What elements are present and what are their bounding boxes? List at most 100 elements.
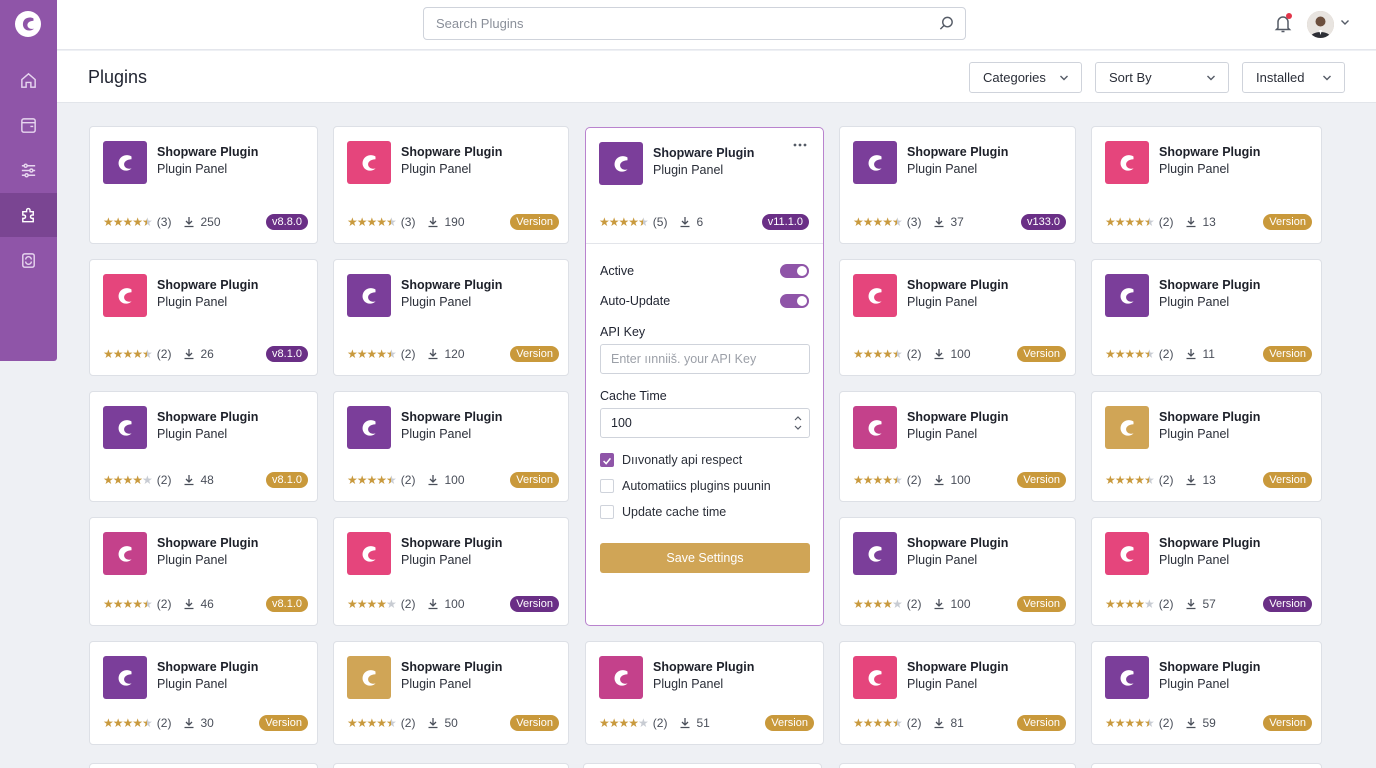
active-toggle[interactable]	[780, 264, 809, 278]
top-bar	[57, 0, 1376, 50]
shopware-logo-icon[interactable]	[14, 10, 42, 38]
download-count: 100	[950, 473, 971, 487]
search-input[interactable]	[436, 8, 916, 39]
cache-time-input[interactable]	[600, 408, 810, 438]
notifications-button[interactable]	[1273, 12, 1293, 34]
plugin-card[interactable]: Shopware Plugin Plugln Panel ★★★★★ (2) 51 Ver…	[585, 641, 824, 745]
version-badge: Version	[765, 715, 814, 731]
rating-stars: ★★★★★	[853, 215, 903, 229]
review-count: (3)	[906, 215, 922, 229]
plugin-card-partial[interactable]	[839, 763, 1076, 768]
download-icon	[428, 599, 438, 610]
plugin-card[interactable]: Shopware Plugin Plugin Panel ★★★★★ (2) 46 v8.…	[89, 517, 318, 626]
home-icon	[21, 72, 36, 88]
plugin-logo-icon	[103, 274, 147, 317]
sort-dropdown[interactable]: Sort By	[1095, 62, 1229, 93]
plugin-title: Shopware Plugin	[653, 146, 755, 160]
downloads: 100	[933, 473, 971, 487]
cache-time-field[interactable]	[600, 408, 810, 438]
toggle-knob	[797, 266, 807, 276]
categories-dropdown[interactable]: Categories	[969, 62, 1082, 93]
plugin-card[interactable]: Shopware Plugin Plugin Panel ★★★★★ (2) 100 Ve…	[839, 259, 1076, 376]
plugin-meta: ★★★★★ (2) 100 Version	[853, 472, 1066, 488]
stepper-icon[interactable]	[794, 414, 802, 432]
api-key-input[interactable]	[600, 344, 810, 374]
plugin-card[interactable]: Shopware Plugin Plugin Panel ★★★★★ (2) 13 Ver…	[1091, 126, 1322, 244]
installed-filter-dropdown[interactable]: Installed	[1242, 62, 1345, 93]
plugin-title: Shopware Plugin	[401, 145, 503, 159]
user-avatar[interactable]	[1307, 11, 1334, 38]
plugin-card[interactable]: Shopware Plugin Plugin Panel ★★★★★ (2) 26 v8.…	[89, 259, 318, 376]
checkbox-2[interactable]	[600, 479, 614, 493]
plugin-card[interactable]: Shopware Plugin Plugin Panel ★★★★★ (2) 13 Ver…	[1091, 391, 1322, 502]
rating-stars: ★★★★★	[599, 716, 649, 730]
search-box[interactable]	[423, 7, 966, 40]
plugin-logo-icon	[347, 406, 391, 449]
plugin-meta: ★★★★★ (2) 13 Version	[1105, 214, 1312, 230]
version-badge: Version	[1263, 346, 1312, 362]
download-icon	[934, 599, 944, 610]
plugin-card[interactable]: Shopware Plugin Plugin Panel ★★★★★ (2) 100 Ve…	[839, 517, 1076, 626]
sidebar-item-dashboard[interactable]	[0, 58, 57, 102]
plugin-card[interactable]: Shopware Plugin Plugin Panel ★★★★★ (2) 50 Ver…	[333, 641, 569, 745]
auto-update-toggle[interactable]	[780, 294, 809, 308]
review-count: (2)	[400, 597, 416, 611]
plugin-card[interactable]: Shopware Plugin Plugin Panel ★★★★★ (2) 30 Ver…	[89, 641, 318, 745]
plugin-card-partial[interactable]	[1091, 763, 1322, 768]
review-count: (2)	[1158, 215, 1174, 229]
plugin-subtitle: Plugin Panel	[401, 427, 472, 441]
plugin-card[interactable]: Shopware Plugin Plugin Panel ★★★★★ (3) 190 Ve…	[333, 126, 569, 244]
review-count: (2)	[400, 347, 416, 361]
plugin-card-partial[interactable]	[333, 763, 569, 768]
review-count: (3)	[156, 215, 172, 229]
plugin-card-partial[interactable]	[583, 763, 822, 768]
sidebar-item-settings[interactable]	[0, 148, 57, 192]
toggle-knob	[797, 296, 807, 306]
review-count: (2)	[906, 347, 922, 361]
rating-stars: ★★★★★	[347, 347, 397, 361]
plugin-logo-icon	[853, 141, 897, 184]
plugin-title: Shopware Plugin	[1159, 145, 1261, 159]
more-options-icon[interactable]	[793, 142, 807, 148]
version-badge: Version	[1017, 346, 1066, 362]
checkbox-3[interactable]	[600, 505, 614, 519]
plugin-card[interactable]: Shopware Plugin Plugln Panel ★★★★★ (2) 57 Ver…	[1091, 517, 1322, 626]
plugin-card[interactable]: Shopware Plugin Plugin Panel ★★★★★ (2) 59 Ver…	[1091, 641, 1322, 745]
downloads: 100	[427, 597, 465, 611]
plugin-card[interactable]: Shopware Plugin Plugin Panel ★★★★★ (2) 11 Ver…	[1091, 259, 1322, 376]
notification-dot	[1286, 13, 1292, 19]
plugin-card[interactable]: Shopware Plugin Plugin Panel ★★★★★ (2) 81 Ver…	[839, 641, 1076, 745]
version-badge: v8.1.0	[266, 596, 308, 612]
plugin-title: Shopware Plugin	[401, 536, 503, 550]
plugin-card[interactable]: Shopware Plugin Plugin Panel ★★★★★ (3) 250 v8…	[89, 126, 318, 244]
plugin-card[interactable]: Shopware Plugin Plugin Panel ★★★★★ (2) 48 v8.…	[89, 391, 318, 502]
plugin-card[interactable]: Shopware Plugin Plugin Panel ★★★★★ (2) 100 Ve…	[333, 391, 569, 502]
sidebar-item-sync[interactable]	[0, 238, 57, 282]
shopware-logo-icon	[868, 419, 882, 436]
downloads: 59	[1185, 716, 1216, 730]
review-count: (2)	[1158, 597, 1174, 611]
plugin-card[interactable]: Shopware Plugin Plugin Panel ★★★★★ (2) 100 Ve…	[333, 517, 569, 626]
plugin-card[interactable]: Shopware Plugin Plugin Panel ★★★★★ (3) 37 v13…	[839, 126, 1076, 244]
plugin-logo-icon	[347, 274, 391, 317]
plugin-card-expanded[interactable]: Shopware Plugin Plugin Panel ★★★★★ (5) 6 v1…	[585, 127, 824, 626]
plugin-card-partial[interactable]	[89, 763, 318, 768]
download-count: 190	[444, 215, 465, 229]
rating-stars: ★★★★★	[103, 716, 153, 730]
plugin-title: Shopware Plugin	[157, 145, 259, 159]
chevron-down-icon[interactable]	[1340, 17, 1350, 27]
download-icon	[184, 599, 194, 610]
search-icon[interactable]	[938, 15, 955, 32]
save-settings-button[interactable]: Save Settings	[600, 543, 810, 573]
rating-stars: ★★★★★	[1105, 597, 1155, 611]
checkbox-1[interactable]	[600, 453, 614, 467]
shopware-logo-icon	[614, 669, 628, 686]
sidebar-item-orders[interactable]	[0, 103, 57, 147]
plugin-card[interactable]: Shopware Plugin Plugin Panel ★★★★★ (2) 120 Ve…	[333, 259, 569, 376]
plugin-card[interactable]: Shopware Plugin Plugin Panel ★★★★★ (2) 100 Ve…	[839, 391, 1076, 502]
downloads: 190	[427, 215, 465, 229]
sidebar-item-extensions[interactable]	[0, 193, 57, 237]
downloads: 100	[427, 473, 465, 487]
download-count: 13	[1202, 473, 1216, 487]
checkbox-1-label: Dııvonatly api respect	[622, 453, 743, 467]
